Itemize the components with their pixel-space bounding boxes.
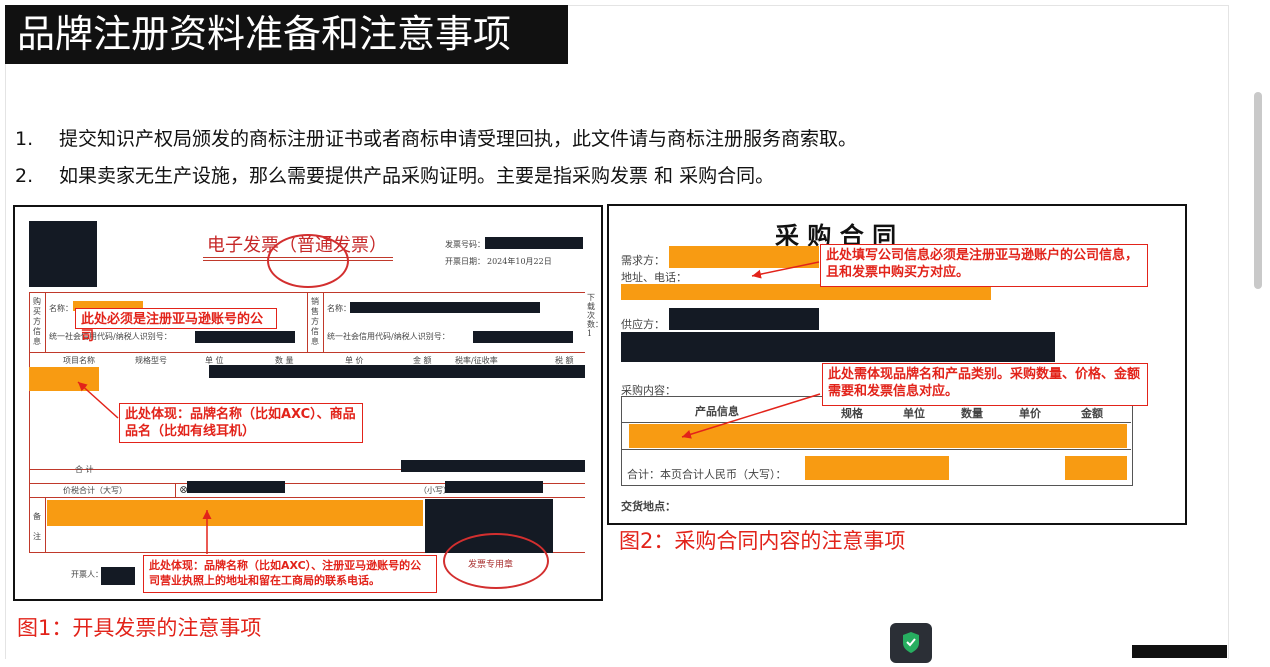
highlight	[1065, 456, 1127, 480]
invoice-no-label: 发票号码：	[445, 240, 485, 249]
buyer-side-label: 购买方信息	[33, 297, 41, 346]
invoice-figure: 电子发票（普通发票） 发票号码： 开票日期： 2024年10月22日 下载次数：…	[13, 205, 603, 601]
buyer-label: 需求方：	[621, 254, 665, 267]
buyer-name-label: 名称：	[49, 304, 73, 313]
list-text: 提交知识产权局颁发的商标注册证书或者商标申请受理回执，此文件请与商标注册服务商索…	[59, 128, 858, 150]
total-label: 合计：本页合计人民币（大写）：	[627, 468, 787, 481]
shield-check-icon[interactable]	[890, 623, 932, 663]
annotation-item: 此处体现：品牌名称（比如AXC）、商品品名（比如有线耳机）	[119, 403, 363, 443]
remarks-label: 备注	[33, 512, 41, 541]
annotation-remark: 此处体现：品牌名称（比如AXC）、注册亚马逊账号的公司营业执照上的地址和留在工商…	[143, 555, 437, 593]
date-value: 2024年10月22日	[487, 257, 552, 266]
address-label: 地址、电话：	[621, 271, 687, 284]
contract-figure: 采 购 合 同 需求方： 地址、电话： 供应方： 采购内容： 产品信息 规格 单…	[607, 204, 1187, 525]
figure-1-caption: 图1：开具发票的注意事项	[17, 616, 262, 640]
download-count: 下载次数：1	[587, 293, 603, 338]
list-text: 如果卖家无生产设施，那么需要提供产品采购证明。主要是指采购发票 和 采购合同。	[59, 165, 775, 187]
annotation-buyer: 此处必须是注册亚马逊账号的公司	[75, 308, 277, 344]
col-unit: 单位	[903, 407, 925, 420]
col-item-name: 项目名称	[63, 356, 95, 365]
list-number: 1.	[15, 128, 34, 150]
buyer-tax-label: 统一社会信用代码/纳税人识别号：	[49, 332, 172, 341]
col-price: 单价	[1019, 407, 1041, 420]
col-spec: 规格型号	[135, 356, 167, 365]
seller-tax-label: 统一社会信用代码/纳税人识别号：	[327, 332, 450, 341]
issuer-label: 开票人：	[71, 570, 103, 579]
total-label: 合 计	[75, 465, 94, 474]
redacted-qr	[29, 221, 97, 287]
seller-side-label: 销售方信息	[311, 297, 319, 346]
col-spec: 规格	[841, 407, 863, 420]
list-item: 1. 提交知识产权局颁发的商标注册证书或者商标申请受理回执，此文件请与商标注册服务…	[15, 124, 857, 151]
delivery-label: 交货地点：	[621, 500, 676, 513]
col-product: 产品信息	[695, 405, 739, 418]
list-item: 2. 如果卖家无生产设施，那么需要提供产品采购证明。主要是指采购发票 和 采购合同…	[15, 161, 774, 188]
annotation-company: 此处填写公司信息必须是注册亚马逊账户的公司信息，且和发票中购买方对应。	[820, 244, 1148, 287]
total-tax-label: 价税合计（大写）	[63, 486, 127, 495]
col-qty: 数量	[961, 407, 983, 420]
date-label: 开票日期：	[445, 257, 485, 266]
highlight	[29, 367, 99, 391]
highlight	[805, 456, 949, 480]
seller-name-label: 名称：	[327, 304, 351, 313]
tax-seal	[267, 234, 349, 288]
list-number: 2.	[15, 165, 34, 187]
annotation-product: 此处需体现品牌名和产品类别。采购数量、价格、金额需要和发票信息对应。	[822, 363, 1148, 406]
seal-text: 发票专用章	[468, 560, 514, 570]
page-title: 品牌注册资料准备和注意事项	[5, 5, 568, 64]
supplier-label: 供应方：	[621, 318, 665, 331]
page-indicator	[1132, 645, 1227, 658]
scrollbar[interactable]	[1254, 92, 1262, 289]
figure-2-caption: 图2：采购合同内容的注意事项	[619, 529, 906, 553]
highlight	[47, 500, 423, 526]
col-amount: 金额	[1081, 407, 1103, 420]
highlight	[629, 424, 1127, 448]
highlight	[669, 246, 819, 268]
